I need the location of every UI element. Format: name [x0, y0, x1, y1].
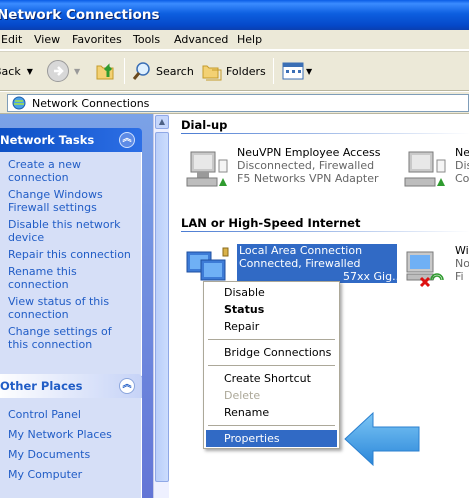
views-button[interactable]: ▼: [282, 52, 312, 90]
search-label: Search: [156, 64, 194, 78]
menu-item-status[interactable]: Status: [206, 301, 337, 318]
back-button[interactable]: Back ▼: [0, 52, 33, 90]
window-title: Network Connections: [0, 7, 160, 23]
address-bar: Network Connections: [0, 92, 469, 114]
chevron-down-icon[interactable]: ▼: [74, 67, 80, 76]
dialup-computer-icon: [186, 151, 228, 187]
place-my-network-places[interactable]: My Network Places: [8, 428, 135, 441]
search-icon: [132, 62, 150, 80]
dialup-2-status: Dis: [455, 159, 469, 172]
network-tasks-panel: Network Tasks ︽ Create a new connection …: [0, 128, 142, 376]
dialup-2-device: Co: [455, 172, 469, 185]
forward-button[interactable]: ▼: [46, 52, 80, 90]
folders-button[interactable]: Folders: [201, 52, 266, 90]
views-icon: [282, 62, 304, 80]
other-places-panel: Other Places ︽ Control Panel My Network …: [0, 374, 142, 498]
menu-favorites[interactable]: Favorites: [72, 33, 122, 46]
wireless-device: Fi: [455, 270, 464, 283]
other-places-title: Other Places: [0, 379, 83, 393]
menu-edit[interactable]: Edit: [1, 33, 22, 46]
scroll-up-icon[interactable]: ▲: [155, 115, 169, 129]
group-divider: [181, 231, 469, 232]
search-button[interactable]: Search: [131, 52, 194, 90]
menu-item-properties[interactable]: Properties: [206, 430, 337, 447]
connection-vpn[interactable]: NeuVPN Employee Access Disconnected, Fir…: [183, 146, 383, 196]
dialup-computer-icon: [404, 151, 446, 187]
group-divider: [181, 133, 469, 134]
network-tasks-header[interactable]: Network Tasks ︽: [0, 128, 142, 152]
title-bar[interactable]: Network Connections: [0, 0, 469, 30]
toolbar: Back ▼ ▼ Search Folders: [0, 51, 469, 91]
collapse-icon[interactable]: ︽: [119, 378, 135, 394]
menu-bar: Edit View Favorites Tools Advanced Help: [0, 30, 469, 50]
task-view-status[interactable]: View status of this connection: [8, 295, 135, 321]
task-change-settings[interactable]: Change settings of this connection: [8, 325, 135, 351]
menu-item-bridge[interactable]: Bridge Connections: [206, 344, 337, 361]
menu-item-create-shortcut[interactable]: Create Shortcut: [206, 370, 337, 387]
place-my-documents[interactable]: My Documents: [8, 448, 135, 461]
network-tasks-title: Network Tasks: [0, 133, 95, 147]
forward-arrow-icon: [47, 60, 69, 82]
menu-tools[interactable]: Tools: [133, 33, 160, 46]
vpn-name: NeuVPN Employee Access: [237, 146, 381, 159]
task-disable-device[interactable]: Disable this network device: [8, 218, 135, 244]
chevron-down-icon[interactable]: ▼: [27, 67, 33, 76]
folders-icon: [202, 65, 222, 81]
group-lan-header: LAN or High-Speed Internet: [181, 216, 361, 230]
menu-item-disable[interactable]: Disable: [206, 284, 337, 301]
connection-dialup-2[interactable]: Ne Dis Co: [401, 146, 469, 196]
scroll-thumb[interactable]: [155, 132, 169, 482]
connection-wireless[interactable]: Wi No Fi: [401, 244, 469, 294]
network-connections-icon: [12, 96, 26, 110]
task-rename-connection[interactable]: Rename this connection: [8, 265, 135, 291]
collapse-icon[interactable]: ︽: [119, 132, 135, 148]
address-field[interactable]: Network Connections: [7, 94, 469, 112]
group-dialup-header: Dial-up: [181, 118, 228, 132]
wireless-name: Wi: [455, 244, 469, 257]
back-label: Back: [0, 64, 21, 78]
vertical-scrollbar[interactable]: ▲: [153, 114, 169, 498]
task-pane: Network Tasks ︽ Create a new connection …: [0, 114, 153, 498]
chevron-down-icon[interactable]: ▼: [306, 67, 312, 76]
folders-label: Folders: [226, 64, 266, 78]
vpn-status: Disconnected, Firewalled: [237, 159, 375, 172]
menu-item-rename[interactable]: Rename: [206, 404, 337, 421]
vpn-device: F5 Networks VPN Adapter: [237, 172, 379, 185]
place-my-computer[interactable]: My Computer: [8, 468, 135, 481]
menu-item-repair[interactable]: Repair: [206, 318, 337, 335]
task-repair-connection[interactable]: Repair this connection: [8, 248, 135, 261]
up-folder-icon: [96, 63, 114, 80]
task-change-firewall[interactable]: Change Windows Firewall settings: [8, 188, 135, 214]
dialup-2-name: Ne: [455, 146, 469, 159]
place-control-panel[interactable]: Control Panel: [8, 408, 135, 421]
other-places-header[interactable]: Other Places ︽: [0, 374, 142, 398]
menu-help[interactable]: Help: [237, 33, 262, 46]
context-menu: Disable Status Repair Bridge Connections…: [203, 281, 340, 449]
wireless-status: No: [455, 257, 469, 270]
menu-view[interactable]: View: [34, 33, 60, 46]
menu-advanced[interactable]: Advanced: [174, 33, 228, 46]
pointer-arrow-icon: [344, 411, 420, 467]
up-folder-button[interactable]: [94, 52, 118, 90]
menu-item-delete: Delete: [224, 389, 261, 402]
local-name: Local Area Connection: [239, 244, 363, 257]
wireless-computer-icon: [406, 251, 444, 288]
task-create-connection[interactable]: Create a new connection: [8, 158, 135, 184]
address-value: Network Connections: [32, 96, 150, 110]
local-status: Connected, Firewalled: [239, 257, 361, 270]
